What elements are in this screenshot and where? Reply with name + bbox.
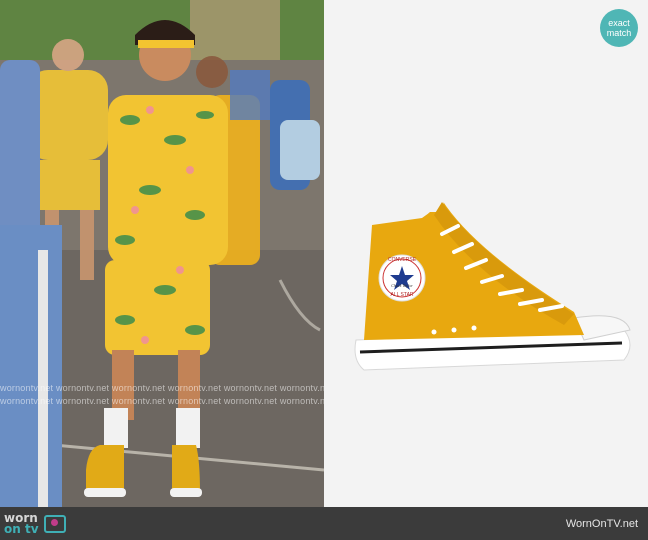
sneaker-image bbox=[354, 198, 631, 371]
outfit-comparison: wornontv.net wornontv.net wornontv.net w… bbox=[0, 0, 648, 507]
badge-line-1: exact bbox=[608, 18, 630, 28]
badge-line-2: match bbox=[606, 28, 632, 38]
footer-bar: worn on tv WornOnTV.net bbox=[0, 507, 648, 540]
tv-icon bbox=[43, 514, 66, 533]
scene-photo: wornontv.net wornontv.net wornontv.net w… bbox=[0, 0, 324, 507]
watermark-row: wornontv.net wornontv.net wornontv.net w… bbox=[0, 383, 324, 393]
patch-top-text: CONVERSE bbox=[387, 257, 417, 263]
product-photo[interactable]: exact match CONVERSE ALL STAR Chuck Tayl… bbox=[324, 0, 648, 507]
exact-match-badge: exact match bbox=[600, 9, 638, 47]
site-name[interactable]: WornOnTV.net bbox=[566, 518, 638, 530]
watermark-row: wornontv.net wornontv.net wornontv.net w… bbox=[0, 396, 324, 406]
site-logo[interactable]: worn on tv bbox=[4, 512, 66, 536]
logo-ontv-text: on tv bbox=[4, 521, 39, 536]
scene-illustration bbox=[0, 0, 324, 507]
patch-script-text: Chuck Taylor bbox=[391, 283, 413, 288]
patch-bottom-text: ALL STAR bbox=[390, 292, 414, 298]
